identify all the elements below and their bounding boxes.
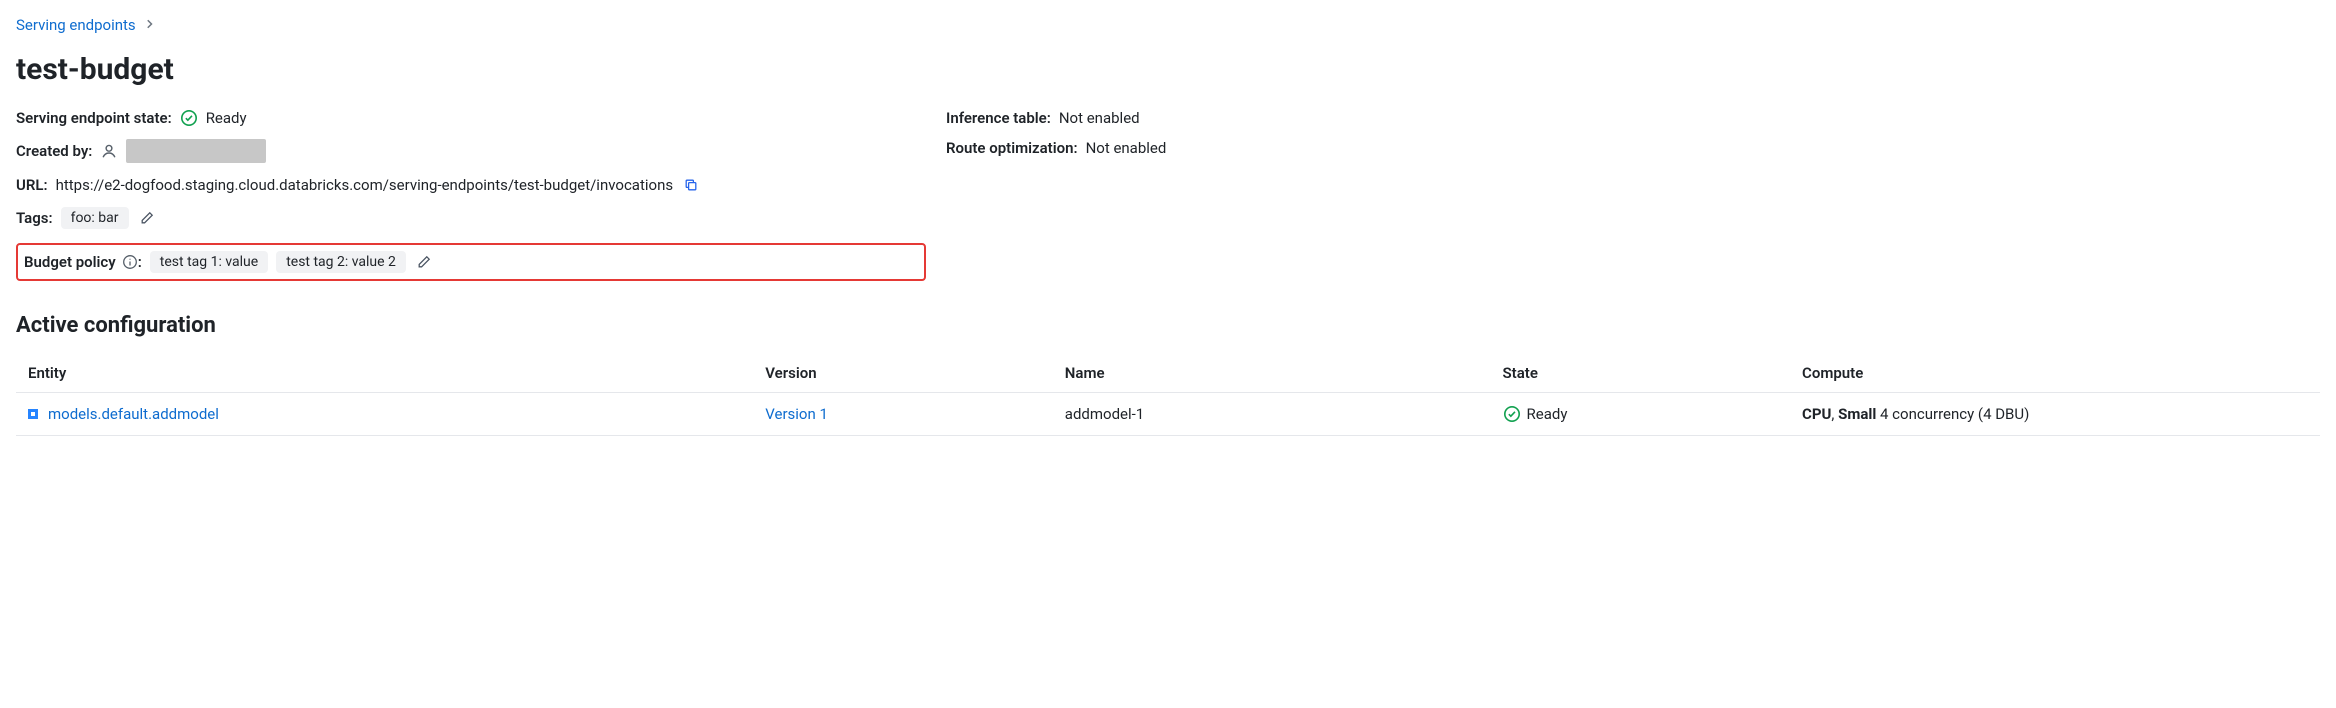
compute-cell: CPU, Small 4 concurrency (4 DBU) xyxy=(1790,393,2320,436)
copy-icon[interactable] xyxy=(681,175,701,195)
entity-link[interactable]: models.default.addmodel xyxy=(48,405,219,423)
th-name: Name xyxy=(1053,354,1491,393)
th-state: State xyxy=(1491,354,1791,393)
tag-chip: foo: bar xyxy=(61,207,129,229)
budget-tag-chip: test tag 1: value xyxy=(150,251,268,273)
state-cell-value: Ready xyxy=(1527,405,1568,423)
name-cell: addmodel-1 xyxy=(1053,393,1491,436)
state-value: Ready xyxy=(206,109,247,127)
chevron-right-icon xyxy=(144,16,156,34)
inference-row: Inference table: Not enabled xyxy=(946,109,2320,127)
budget-tag-chip: test tag 2: value 2 xyxy=(276,251,406,273)
user-icon xyxy=(100,142,118,160)
state-row: Serving endpoint state: Ready xyxy=(16,109,926,127)
created-by-row: Created by: xyxy=(16,139,926,163)
budget-policy-highlight: Budget policy : test tag 1: value test t… xyxy=(16,243,926,281)
budget-policy-colon: : xyxy=(138,253,142,271)
th-compute: Compute xyxy=(1790,354,2320,393)
route-label: Route optimization: xyxy=(946,139,1078,157)
inference-label: Inference table: xyxy=(946,109,1051,127)
state-label: Serving endpoint state: xyxy=(16,109,172,127)
section-title: Active configuration xyxy=(16,313,2320,338)
budget-policy-label: Budget policy xyxy=(24,253,116,271)
pencil-icon[interactable] xyxy=(137,208,157,228)
created-by-redacted xyxy=(126,139,266,163)
tags-label: Tags: xyxy=(16,209,53,227)
created-by-label: Created by: xyxy=(16,142,92,160)
entity-square-icon xyxy=(28,409,38,419)
th-entity: Entity xyxy=(16,354,753,393)
compute-size: Small xyxy=(1838,405,1876,423)
page-title: test-budget xyxy=(16,52,2320,87)
tags-row: Tags: foo: bar xyxy=(16,207,926,229)
check-circle-icon xyxy=(180,109,198,127)
compute-rest: 4 concurrency (4 DBU) xyxy=(1876,405,2029,423)
check-circle-icon xyxy=(1503,405,1521,423)
route-value: Not enabled xyxy=(1086,139,1167,157)
info-icon[interactable] xyxy=(122,254,138,270)
version-link[interactable]: Version 1 xyxy=(765,405,828,423)
breadcrumb-parent-link[interactable]: Serving endpoints xyxy=(16,16,136,34)
inference-value: Not enabled xyxy=(1059,109,1140,127)
active-config-table: Entity Version Name State Compute models… xyxy=(16,354,2320,436)
url-label: URL: xyxy=(16,176,48,194)
th-version: Version xyxy=(753,354,1053,393)
compute-cpu: CPU xyxy=(1802,405,1831,423)
pencil-icon[interactable] xyxy=(414,252,434,272)
breadcrumb: Serving endpoints xyxy=(16,16,2320,34)
table-row: models.default.addmodel Version 1 addmod… xyxy=(16,393,2320,436)
route-row: Route optimization: Not enabled xyxy=(946,139,2320,157)
url-row: URL: https://e2-dogfood.staging.cloud.da… xyxy=(16,175,926,195)
url-value: https://e2-dogfood.staging.cloud.databri… xyxy=(56,176,674,194)
